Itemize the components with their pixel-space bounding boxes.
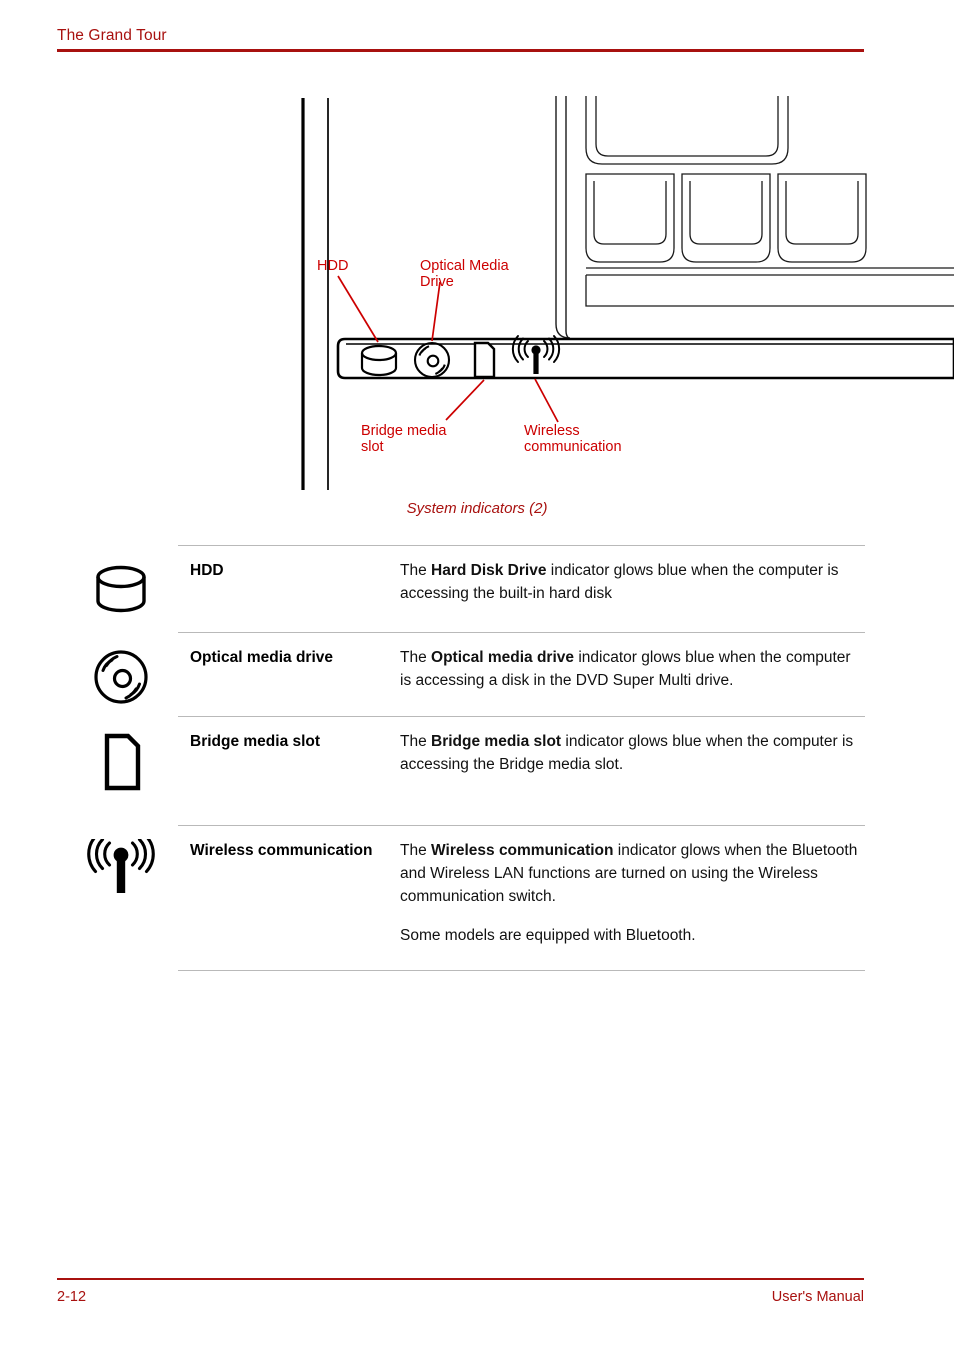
manual-label: User's Manual: [771, 1288, 864, 1305]
indicator-name: Bridge media slot: [190, 732, 321, 750]
desc-bold: Hard Disk Drive: [431, 562, 547, 579]
indicator-name: Wireless communication: [190, 842, 373, 860]
figure-caption: System indicators (2): [406, 500, 548, 517]
indicator-description: The Wireless communication indicator glo…: [400, 840, 865, 948]
indicator-description-note: Some models are equipped with Bluetooth.: [400, 927, 696, 945]
page-title: The Grand Tour: [57, 27, 167, 44]
page-number: 2-12: [57, 1288, 87, 1305]
header-divider: [57, 49, 864, 52]
callout-wireless-communication: Wireless communication: [524, 423, 622, 455]
indicator-description: The Bridge media slot indicator glows bl…: [400, 731, 865, 776]
desc-pre: The: [400, 732, 432, 750]
keyboard-outline: [555, 96, 954, 342]
wireless-antenna-icon: [78, 839, 164, 919]
table-row: HDD The Hard Disk Drive indicator glows …: [96, 545, 865, 632]
callout-hdd: HDD: [317, 258, 348, 274]
media-card-icon: [78, 730, 164, 810]
indicator-name: HDD: [190, 562, 224, 579]
system-indicators-figure: HDD Optical Media Drive Bridge media slo…: [0, 86, 954, 536]
footer-divider: [57, 1278, 864, 1280]
page-footer: 2-12 User's Manual: [57, 1278, 864, 1305]
desc-bold: Bridge media slot: [431, 732, 562, 750]
indicator-description-table: HDD The Hard Disk Drive indicator glows …: [87, 545, 865, 972]
desc-pre: The: [400, 842, 432, 860]
table-row: Wireless communication The Wireless comm…: [87, 825, 865, 972]
indicator-name: Optical media drive: [190, 649, 333, 667]
indicator-strip: [336, 337, 954, 380]
desc-pre: The: [400, 562, 432, 579]
table-row: Optical media drive The Optical media dr…: [94, 632, 865, 715]
callout-bridge-media-slot: Bridge media slot: [361, 423, 450, 455]
callout-optical-media-drive: Optical Media Drive: [420, 258, 513, 290]
desc-bold: Optical media drive: [431, 649, 575, 667]
optical-disc-icon: [78, 646, 164, 726]
chassis-left-edges: [301, 98, 329, 490]
page-header: The Grand Tour: [57, 26, 864, 52]
media-card-icon: [473, 341, 496, 379]
desc-pre: The: [400, 649, 432, 667]
table-row: Bridge media slot The Bridge media slot …: [104, 715, 865, 825]
indicator-description: The Optical media drive indicator glows …: [400, 647, 865, 692]
indicator-description: The Hard Disk Drive indicator glows blue…: [400, 560, 865, 605]
hdd-icon: [78, 559, 164, 639]
desc-bold: Wireless communication: [431, 842, 614, 860]
